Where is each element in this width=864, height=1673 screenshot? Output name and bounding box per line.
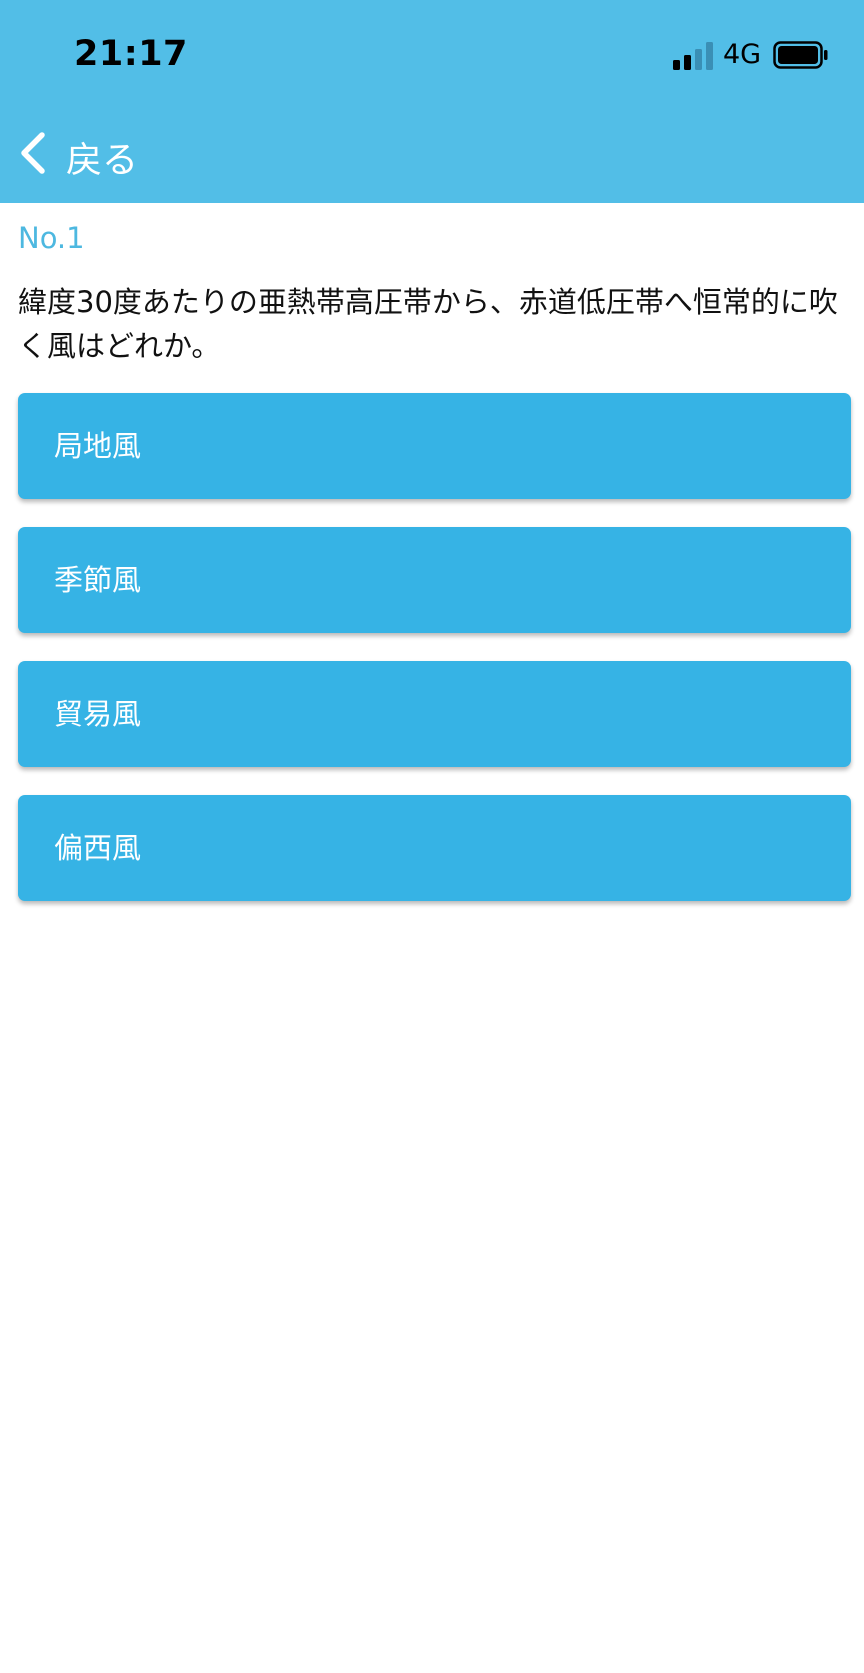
choice-button-2[interactable]: 季節風 (18, 527, 851, 633)
choice-button-4[interactable]: 偏西風 (18, 795, 851, 901)
choice-label: 偏西風 (54, 831, 142, 865)
choice-button-1[interactable]: 局地風 (18, 393, 851, 499)
status-bar: 21:17 4G (0, 0, 864, 110)
choice-label: 貿易風 (54, 697, 142, 731)
status-time: 21:17 (74, 34, 188, 74)
app-header: 21:17 4G 戻る (0, 0, 864, 203)
chevron-left-icon (21, 132, 45, 174)
battery-icon (773, 41, 828, 69)
choice-label: 局地風 (54, 429, 142, 463)
network-type: 4G (723, 39, 762, 70)
choice-button-3[interactable]: 貿易風 (18, 661, 851, 767)
choice-label: 季節風 (54, 563, 142, 597)
question-text: 緯度30度あたりの亜熱帯高圧帯から、赤道低圧帯へ恒常的に吹く風はどれか。 (18, 285, 838, 363)
question-number: No.1 (18, 221, 85, 255)
back-button[interactable]: 戻る (0, 118, 180, 188)
back-label: 戻る (66, 140, 139, 181)
cellular-signal-icon (673, 42, 713, 70)
